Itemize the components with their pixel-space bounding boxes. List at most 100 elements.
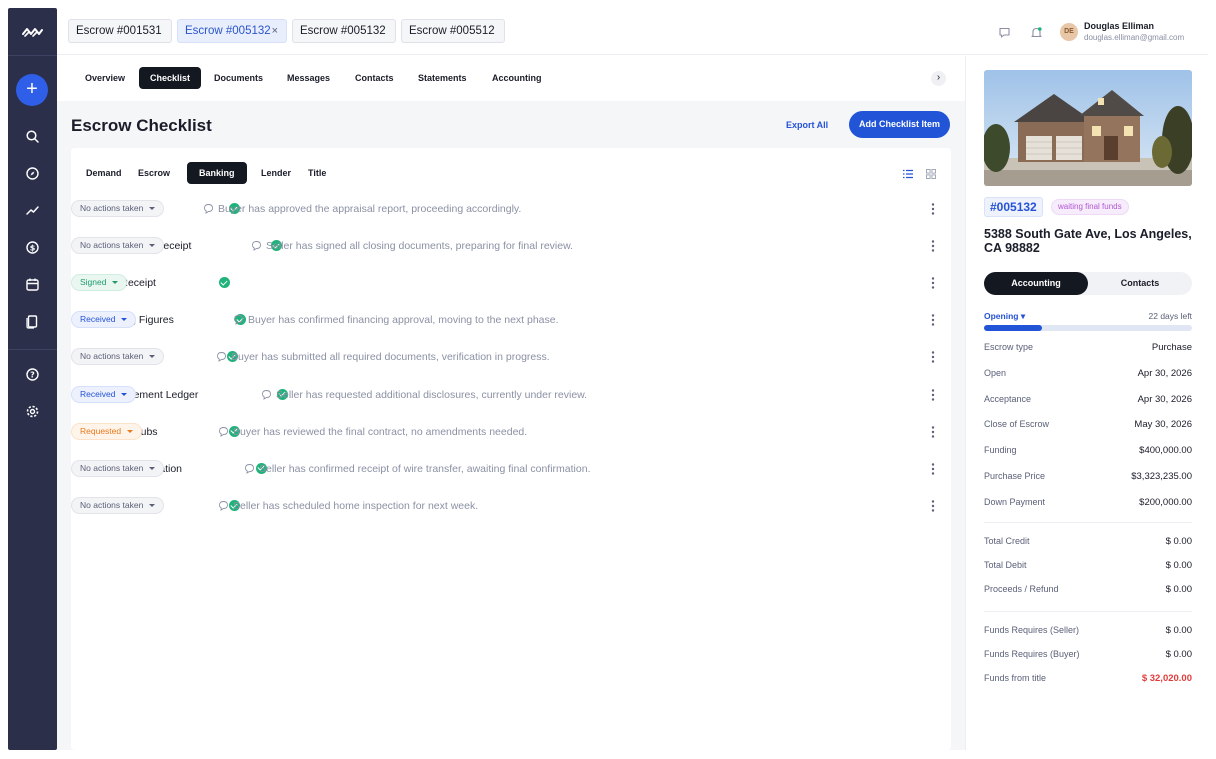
filter-demand[interactable]: Demand: [74, 162, 134, 184]
user-name: Douglas Elliman: [1084, 21, 1155, 31]
checklist-card: Demand Escrow Banking Lender Title EMD R…: [71, 148, 951, 750]
nav-next-arrow-icon[interactable]: ›: [931, 71, 946, 86]
grid-view-icon[interactable]: [926, 169, 936, 179]
panel-tab-accounting[interactable]: Accounting: [984, 272, 1088, 295]
tab-label: Escrow #001531: [76, 25, 162, 37]
activity-message: Seller has signed all closing documents,…: [266, 240, 573, 253]
phase-dropdown[interactable]: Opening ▾: [984, 311, 1025, 322]
detail-row: Open Apr 30, 2026: [984, 368, 1192, 382]
more-options-icon[interactable]: [931, 276, 935, 290]
list-view-icon[interactable]: [903, 169, 913, 179]
filter-banking[interactable]: Banking: [187, 162, 247, 184]
svg-text:?: ?: [30, 371, 35, 380]
avatar[interactable]: DE: [1060, 23, 1078, 41]
detail-label: Total Credit: [984, 536, 1030, 546]
panel-tab-contacts[interactable]: Contacts: [1088, 272, 1192, 295]
check-circle-icon: [219, 277, 230, 289]
detail-label: Funds from title: [984, 673, 1047, 684]
checklist-row[interactable]: Escrow FeesSeller has scheduled home ins…: [71, 488, 951, 525]
more-options-icon[interactable]: [931, 350, 935, 364]
create-new-button[interactable]: +: [16, 74, 48, 106]
search-icon[interactable]: [25, 129, 40, 144]
checklist-row[interactable]: Wire ConfirmationSeller has confirmed re…: [71, 451, 951, 488]
checklist-row[interactable]: Title Receipt Signed: [71, 265, 951, 302]
detail-row: Escrow type Purchase: [984, 342, 1192, 356]
sidebar-divider: [8, 349, 57, 350]
status-dropdown[interactable]: Received: [71, 311, 137, 329]
nav-documents[interactable]: Documents: [203, 67, 274, 89]
nav-checklist[interactable]: Checklist: [139, 67, 202, 89]
escrow-number: #005132: [984, 197, 1043, 217]
checklist-row[interactable]: Title FiguresBuyer has submitted all req…: [71, 339, 951, 376]
trend-icon[interactable]: [25, 203, 40, 218]
status-dropdown[interactable]: No actions taken: [71, 200, 165, 217]
nav-messages[interactable]: Messages: [276, 67, 341, 89]
detail-label: Funds Requires (Seller): [984, 625, 1080, 635]
checklist-row[interactable]: Check StubsBuyer has reviewed the final …: [71, 414, 951, 451]
status-dropdown[interactable]: No actions taken: [71, 496, 165, 514]
status-dropdown[interactable]: No actions taken: [71, 348, 165, 366]
status-dropdown[interactable]: Requested: [71, 422, 143, 440]
nav-overview[interactable]: Overview: [74, 67, 136, 89]
page-title: Escrow Checklist: [71, 116, 212, 135]
more-options-icon[interactable]: [931, 499, 935, 513]
escrow-tab-active[interactable]: Escrow #005132 ×: [177, 19, 287, 43]
chat-icon[interactable]: [998, 26, 1011, 39]
activity-message: Seller has requested additional disclosu…: [276, 388, 588, 401]
comment-icon[interactable]: [244, 463, 255, 474]
activity-message: Buyer has approved the appraisal report,…: [218, 203, 522, 215]
escrow-tab[interactable]: Escrow #001531: [68, 19, 172, 43]
status-dropdown[interactable]: Signed: [71, 274, 128, 292]
comment-icon[interactable]: [203, 203, 214, 214]
detail-label: Close of Escrow: [984, 419, 1050, 430]
status-dropdown[interactable]: No actions taken: [71, 459, 165, 477]
more-options-icon[interactable]: [931, 425, 935, 439]
checklist-row[interactable]: Final Funds ReceiptSeller has signed all…: [71, 228, 951, 265]
detail-label: Open: [984, 367, 1007, 378]
close-tab-icon[interactable]: ×: [272, 20, 278, 42]
filter-escrow[interactable]: Escrow: [126, 162, 182, 184]
help-icon[interactable]: ?: [25, 367, 40, 382]
nav-accounting[interactable]: Accounting: [481, 67, 553, 89]
comment-icon[interactable]: [218, 426, 229, 437]
comment-icon[interactable]: [233, 314, 244, 326]
dollar-icon[interactable]: $: [25, 240, 40, 255]
filter-lender[interactable]: Lender: [249, 162, 303, 184]
tab-label: Escrow #005132: [300, 25, 386, 37]
settings-gear-icon[interactable]: [25, 404, 40, 419]
detail-value: $ 0.00: [1165, 649, 1192, 661]
detail-value: $ 0.00: [1165, 536, 1192, 547]
more-options-icon[interactable]: [931, 462, 935, 476]
comment-icon[interactable]: [261, 389, 272, 400]
nav-contacts[interactable]: Contacts: [344, 67, 405, 89]
more-options-icon[interactable]: [931, 313, 935, 327]
status-dropdown[interactable]: No actions taken: [71, 237, 165, 255]
logo-icon[interactable]: [22, 25, 43, 39]
more-options-icon[interactable]: [931, 239, 935, 253]
escrow-tab[interactable]: Escrow #005132: [292, 19, 396, 43]
detail-label: Funds Requires (Buyer): [984, 649, 1080, 660]
status-dropdown[interactable]: Received: [71, 385, 137, 403]
filter-title[interactable]: Title: [296, 162, 338, 184]
comment-icon[interactable]: [218, 500, 229, 511]
escrow-tab[interactable]: Escrow #005512: [401, 19, 505, 43]
detail-value: Apr 30, 2026: [1137, 367, 1192, 379]
detail-row: Purchase Price $3,323,235.00: [984, 471, 1192, 485]
document-icon[interactable]: [25, 314, 40, 329]
checklist-row[interactable]: Disbursement Ledger Seller has requested …: [71, 377, 951, 414]
comment-icon[interactable]: [216, 351, 227, 363]
add-checklist-item-button[interactable]: Add Checklist Item: [849, 111, 950, 138]
nav-statements[interactable]: Statements: [407, 67, 478, 89]
comment-icon[interactable]: [251, 240, 262, 251]
detail-row: Funds Requires (Seller) $ 0.00: [984, 625, 1192, 639]
checklist-row[interactable]: Funding FiguresBuyer has confirmed finan…: [71, 302, 951, 339]
export-all-link[interactable]: Export All: [786, 120, 828, 130]
checklist-row[interactable]: EMD ReceiptBuyer has approved the apprai…: [71, 191, 951, 228]
more-options-icon[interactable]: [931, 202, 935, 216]
detail-row: Total Credit $ 0.00: [984, 536, 1192, 550]
calendar-icon[interactable]: [25, 277, 40, 292]
notification-bell-icon[interactable]: [1030, 26, 1043, 39]
escrow-detail-panel: #005132 waiting final funds 5388 South G…: [965, 56, 1208, 750]
compass-icon[interactable]: [25, 166, 40, 181]
more-options-icon[interactable]: [931, 388, 935, 402]
